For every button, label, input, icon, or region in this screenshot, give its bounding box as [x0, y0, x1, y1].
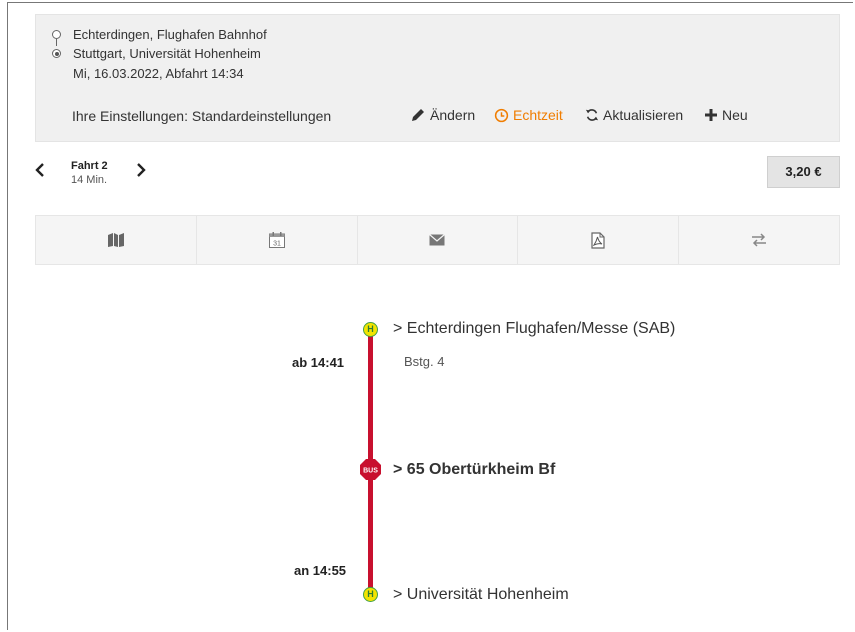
email-button[interactable]	[358, 216, 519, 264]
route-connector	[56, 39, 57, 46]
departure-stop-h-icon: H	[363, 322, 378, 337]
swap-button[interactable]	[679, 216, 839, 264]
pencil-icon	[412, 109, 424, 121]
refresh-label: Aktualisieren	[603, 107, 684, 123]
new-label: Neu	[722, 107, 748, 123]
next-trip-chevron-icon[interactable]	[134, 160, 148, 180]
swap-icon	[752, 233, 767, 247]
departure-stop-link[interactable]: > Echterdingen Flughafen/Messe (SAB)	[393, 320, 675, 338]
price-button[interactable]: 3,20 €	[767, 156, 840, 188]
arrival-stop-link[interactable]: > Universität Hohenheim	[393, 586, 569, 604]
bus-badge-text: BUS	[363, 468, 378, 475]
new-button[interactable]: Neu	[704, 107, 748, 123]
arrival-stop-h-icon: H	[363, 587, 378, 602]
trip-label: Fahrt 2	[71, 160, 108, 172]
map-icon	[107, 233, 124, 247]
date-time-text: Mi, 16.03.2022, Abfahrt 14:34	[73, 66, 244, 81]
destination-text: Stuttgart, Universität Hohenheim	[73, 46, 261, 61]
realtime-button[interactable]: Echtzeit	[494, 107, 563, 123]
edit-label: Ändern	[430, 107, 476, 123]
trip-duration: 14 Min.	[71, 174, 108, 186]
realtime-label: Echtzeit	[513, 107, 563, 123]
origin-text: Echterdingen, Flughafen Bahnhof	[73, 27, 267, 42]
refresh-button[interactable]: Aktualisieren	[585, 107, 683, 123]
settings-label: Ihre Einstellungen: Standardeinstellunge…	[72, 108, 332, 124]
calendar-icon: 31	[268, 232, 285, 248]
trip-toolbar: 31	[35, 215, 840, 265]
envelope-icon	[429, 234, 446, 246]
journey-summary-panel: Echterdingen, Flughafen Bahnhof Stuttgar…	[35, 14, 840, 142]
arrival-time: an 14:55	[294, 563, 347, 578]
refresh-icon	[585, 109, 599, 121]
pdf-icon	[591, 231, 605, 249]
bus-icon: BUS	[360, 459, 381, 480]
calendar-button[interactable]: 31	[197, 216, 358, 264]
departure-platform: Bstg. 4	[404, 354, 445, 369]
edit-button[interactable]: Ändern	[410, 107, 475, 123]
destination-radio-icon	[52, 49, 61, 58]
departure-time: ab 14:41	[292, 355, 345, 370]
plus-icon	[705, 109, 717, 121]
clock-icon	[494, 108, 509, 122]
origin-radio-icon	[52, 30, 61, 39]
map-button[interactable]	[36, 216, 197, 264]
line-link[interactable]: > 65 Obertürkheim Bf	[393, 461, 555, 479]
pdf-button[interactable]	[518, 216, 680, 264]
previous-trip-chevron-icon[interactable]	[33, 160, 47, 180]
calendar-day-text: 31	[273, 241, 281, 248]
